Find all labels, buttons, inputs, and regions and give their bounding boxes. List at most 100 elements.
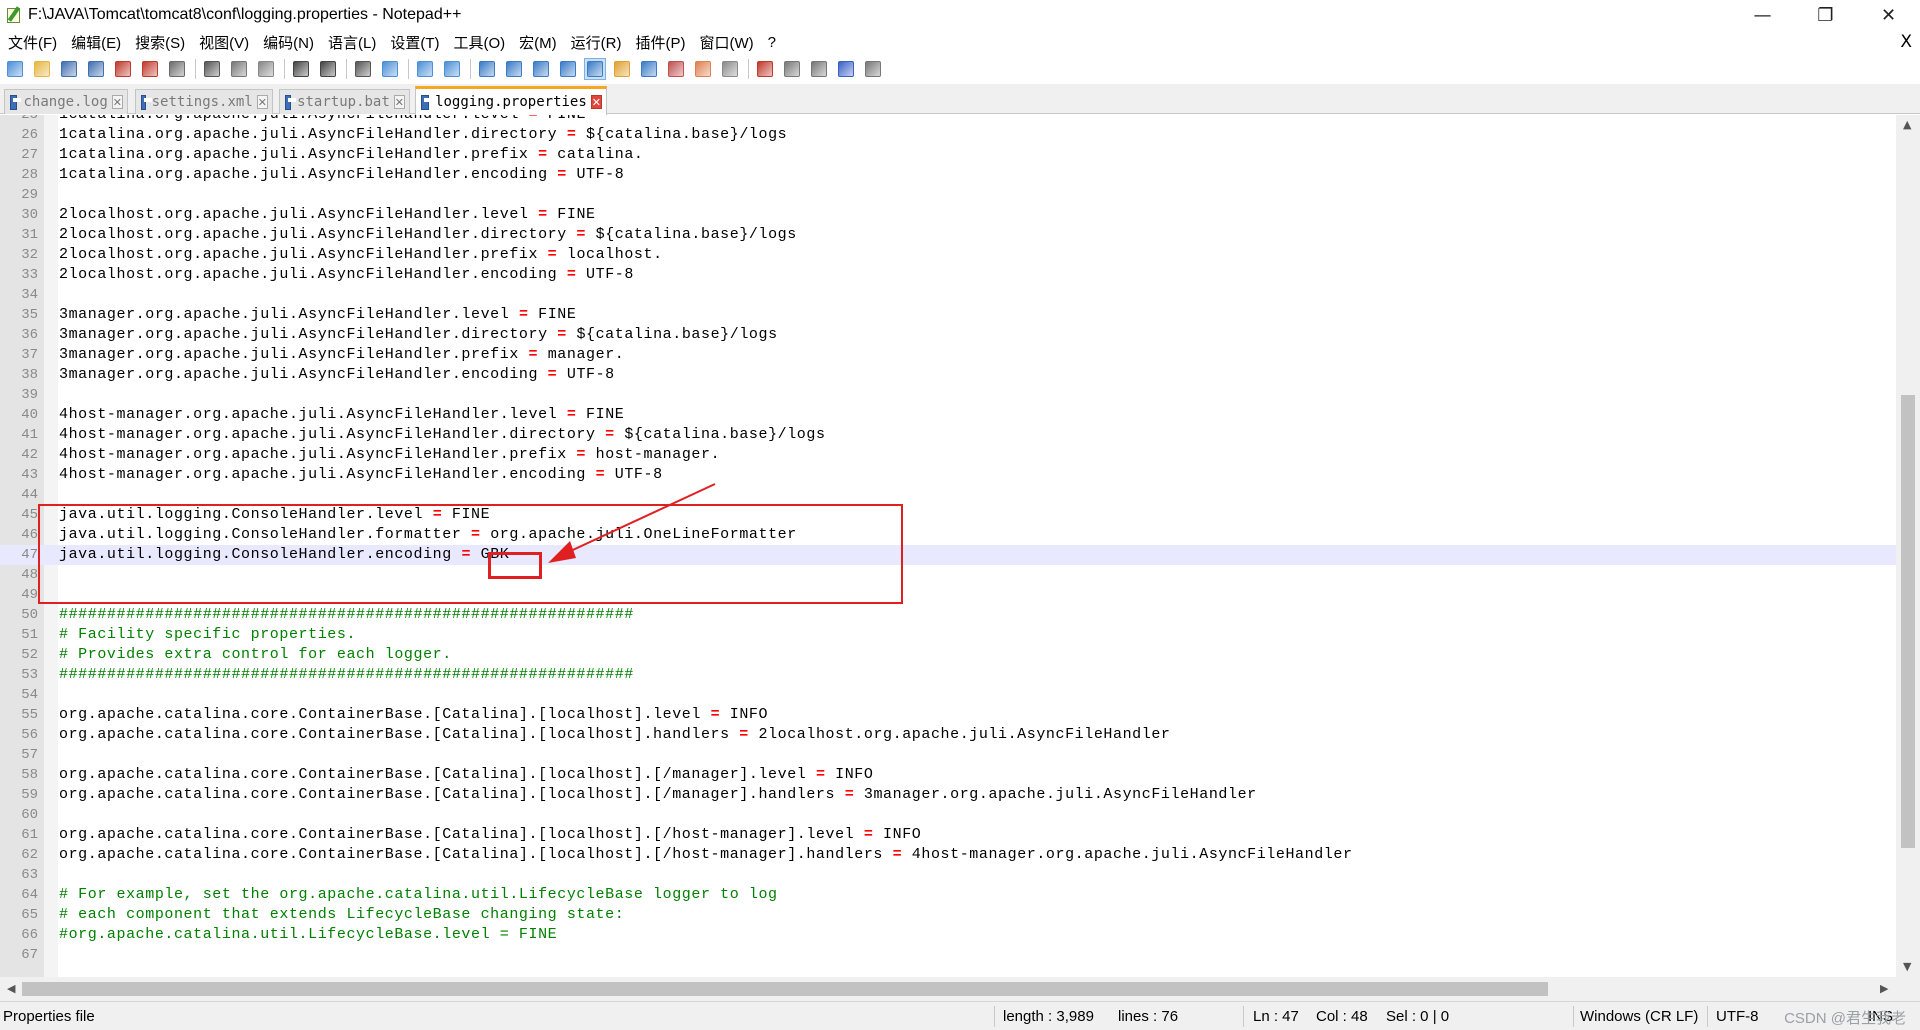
redo-icon[interactable] [317,58,339,80]
close-icon[interactable] [112,58,134,80]
property-key: 4host-manager.org.apache.juli.AsyncFileH… [59,426,596,443]
word-wrap-icon[interactable] [530,58,552,80]
close-button[interactable]: ✕ [1857,0,1920,30]
toolbar-separator [748,59,749,79]
tab-close-icon[interactable]: ✕ [393,95,405,109]
save-all-icon[interactable] [85,58,107,80]
minimize-button[interactable]: — [1731,0,1794,30]
code-line: 40 4host-manager.org.apache.juli.AsyncFil… [0,405,1896,425]
sync-horizontal-icon[interactable] [503,58,525,80]
property-value: localhost. [566,246,663,263]
indent-guide-icon-glyph [587,61,603,77]
doc-map-icon[interactable] [638,58,660,80]
tab-close-icon[interactable]: ✕ [256,95,268,109]
tab-change-log[interactable]: change.log ✕ [4,89,128,114]
menu-view[interactable]: 视图(V) [192,32,256,53]
menu-edit[interactable]: 编辑(E) [64,32,128,53]
tab-close-icon[interactable]: ✕ [590,95,602,109]
menu-macro[interactable]: 宏(M) [512,32,564,53]
monitor-icon[interactable] [719,58,741,80]
status-encoding[interactable]: UTF-8 [1716,1008,1759,1025]
run-macro-multiple-icon-glyph [838,61,854,77]
scroll-left-icon[interactable]: ◀ [7,982,15,995]
scroll-up-icon[interactable]: ▲ [1903,118,1911,131]
code-line: 67 [0,945,1896,965]
property-value: ${catalina.base}/logs [576,326,778,343]
property-value: INFO [835,766,874,783]
zoom-in-icon-glyph [417,61,433,77]
function-list-icon[interactable] [665,58,687,80]
file-saved-icon [10,94,22,110]
code-comment: ########################################… [59,666,634,683]
property-value: INFO [729,706,769,723]
open-file-icon[interactable] [31,58,53,80]
line-number: 51 [21,627,38,643]
property-value: host-manager. [595,446,721,463]
menu-tools[interactable]: 工具(O) [446,32,512,53]
assignment-operator: = [566,406,577,423]
menu-language[interactable]: 语言(L) [321,32,383,53]
print-icon[interactable] [166,58,188,80]
line-number: 58 [21,767,38,783]
run-macro-multiple-icon[interactable] [835,58,857,80]
line-number: 46 [21,527,38,543]
code-line: 65 # each component that extends Lifecycl… [0,905,1896,925]
user-lang-icon[interactable] [611,58,633,80]
cut-icon[interactable] [201,58,223,80]
menu-settings[interactable]: 设置(T) [383,32,446,53]
assignment-operator: = [892,846,903,863]
code-text: 1catalina.org.apache.juli.AsyncFileHandl… [59,125,787,145]
close-all-icon[interactable] [139,58,161,80]
tab-startup-bat[interactable]: startup.bat ✕ [279,89,410,114]
line-number: 49 [21,587,38,603]
tab-close-icon[interactable]: ✕ [111,95,123,109]
stop-macro-icon[interactable] [781,58,803,80]
property-value: FINE [586,406,625,423]
menu-window[interactable]: 窗口(W) [692,32,760,53]
menu-search[interactable]: 搜索(S) [128,32,192,53]
close-document-button[interactable]: X [1900,32,1912,52]
code-text: 2localhost.org.apache.juli.AsyncFileHand… [59,225,797,245]
horizontal-scroll-thumb[interactable] [22,982,1548,996]
menu-encoding[interactable]: 编码(N) [256,32,321,53]
property-value: UTF-8 [576,166,625,183]
folder-workspace-icon[interactable] [692,58,714,80]
maximize-button[interactable]: ❐ [1794,0,1857,30]
horizontal-scrollbar[interactable]: ◀ ▶ [0,977,1896,1001]
line-number: 53 [21,667,38,683]
paste-icon[interactable] [255,58,277,80]
zoom-out-icon[interactable] [441,58,463,80]
scroll-right-icon[interactable]: ▶ [1880,982,1888,995]
replace-icon[interactable] [379,58,401,80]
code-text: 4host-manager.org.apache.juli.AsyncFileH… [59,405,624,425]
menu-run[interactable]: 运行(R) [564,32,629,53]
line-number: 40 [21,407,38,423]
status-eol[interactable]: Windows (CR LF) [1580,1008,1698,1025]
property-key: org.apache.catalina.core.ContainerBase.[… [59,826,855,843]
undo-icon[interactable] [290,58,312,80]
save-macro-icon[interactable] [862,58,884,80]
new-file-icon[interactable] [4,58,26,80]
show-all-chars-icon[interactable] [557,58,579,80]
menu-file[interactable]: 文件(F) [0,32,64,53]
tab-logging-properties[interactable]: logging.properties ✕ [415,86,607,115]
code-comment: # each component that extends LifecycleB… [59,906,625,923]
vertical-scrollbar[interactable]: ▲ ▼ [1896,115,1920,977]
play-macro-icon[interactable] [808,58,830,80]
code-comment: ########################################… [59,606,634,623]
tab-settings-xml[interactable]: settings.xml ✕ [135,89,273,114]
indent-guide-icon[interactable] [584,58,606,80]
menu-help[interactable]: ? [761,34,783,51]
copy-icon[interactable] [228,58,250,80]
save-icon[interactable] [58,58,80,80]
zoom-in-icon[interactable] [414,58,436,80]
code-line: 58 org.apache.catalina.core.ContainerBase… [0,765,1896,785]
sync-vertical-icon[interactable] [476,58,498,80]
record-macro-icon[interactable] [754,58,776,80]
vertical-scroll-thumb[interactable] [1901,395,1915,848]
code-comment: # Provides extra control for each logger… [59,646,452,663]
find-icon[interactable] [352,58,374,80]
scroll-down-icon[interactable]: ▼ [1903,960,1911,973]
toolbar-separator [195,59,196,79]
menu-plugins[interactable]: 插件(P) [628,32,692,53]
